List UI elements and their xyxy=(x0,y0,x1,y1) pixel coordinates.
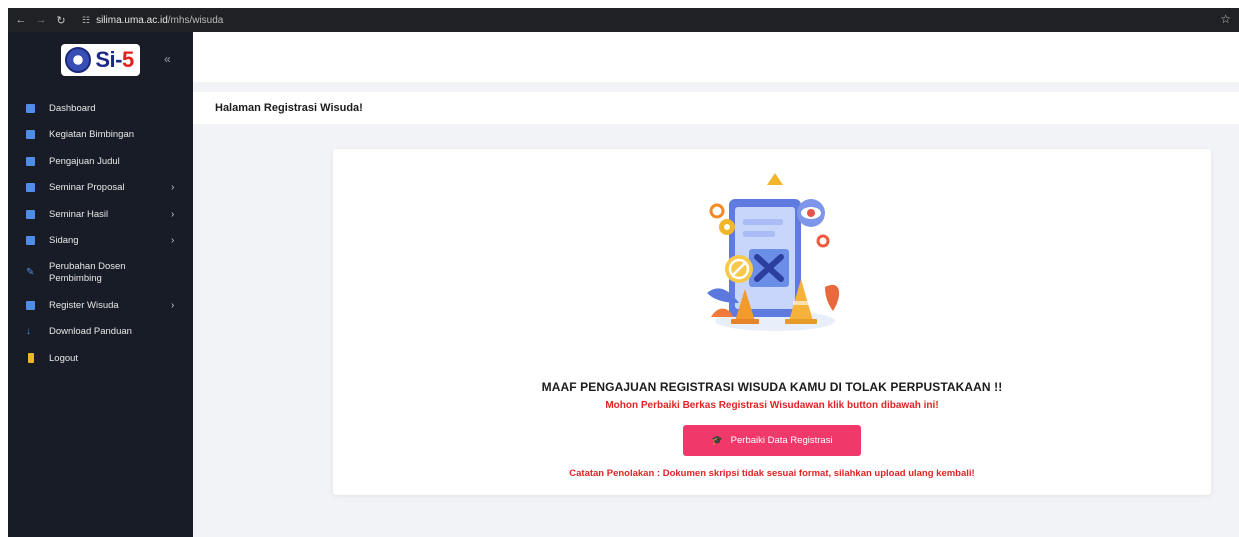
browser-toolbar: ← → ↻ ☷ silima.uma.ac.id/mhs/wisuda ☆ xyxy=(8,8,1239,32)
forward-arrow-icon[interactable]: → xyxy=(34,14,48,26)
document-icon xyxy=(26,209,35,219)
logo-text: Si-5 xyxy=(95,46,134,72)
chevron-right-icon: › xyxy=(171,208,175,220)
sidebar-item-label: Pengajuan Judul xyxy=(49,155,120,167)
document-icon xyxy=(26,130,35,140)
page: ← → ↻ ☷ silima.uma.ac.id/mhs/wisuda ☆ Si… xyxy=(8,8,1239,537)
registration-status-card: MAAF PENGAJUAN REGISTRASI WISUDA KAMU DI… xyxy=(333,149,1211,495)
sidebar-item-label: Seminar Proposal xyxy=(49,182,125,194)
rejection-note: Catatan Penolakan : Dokumen skripsi tida… xyxy=(569,468,975,479)
sidebar-item-label: Logout xyxy=(49,352,79,364)
sidebar-item-dashboard[interactable]: Dashboard xyxy=(8,95,193,122)
sidebar-item-kegiatan-bimbingan[interactable]: Kegiatan Bimbingan xyxy=(8,122,193,149)
sidebar-item-label: Register Wisuda xyxy=(49,299,119,311)
logout-icon xyxy=(28,353,34,364)
document-icon xyxy=(26,183,35,193)
app-logo[interactable]: Si-5 xyxy=(61,43,140,76)
sidebar-item-label: Kegiatan Bimbingan xyxy=(49,129,135,141)
graduation-cap-icon: 🎓 xyxy=(711,435,723,445)
collapse-sidebar-icon[interactable]: « xyxy=(164,52,171,66)
chevron-right-icon: › xyxy=(171,299,175,311)
rejected-document-illustration xyxy=(707,173,840,331)
dashboard-icon xyxy=(26,103,35,113)
sidebar-menu: Dashboard Kegiatan Bimbingan Pengajuan J… xyxy=(8,95,193,372)
document-icon xyxy=(26,300,35,310)
site-info-icon[interactable]: ☷ xyxy=(82,15,90,26)
star-icon[interactable]: ☆ xyxy=(1220,12,1231,26)
document-icon xyxy=(26,236,35,246)
address-bar[interactable]: ☷ silima.uma.ac.id/mhs/wisuda xyxy=(82,15,223,26)
pencil-icon: ✎ xyxy=(26,267,35,278)
url-host: silima.uma.ac.id xyxy=(96,14,168,26)
back-arrow-icon[interactable]: ← xyxy=(14,14,28,26)
rejection-headline: MAAF PENGAJUAN REGISTRASI WISUDA KAMU DI… xyxy=(541,380,1003,394)
chevron-right-icon: › xyxy=(171,235,175,247)
sidebar-item-seminar-hasil[interactable]: Seminar Hasil › xyxy=(8,201,193,228)
sidebar-item-label: Sidang xyxy=(49,235,79,247)
top-navbar xyxy=(193,32,1239,82)
sidebar-item-register-wisuda[interactable]: Register Wisuda › xyxy=(8,292,193,319)
url-path: /mhs/wisuda xyxy=(167,14,224,26)
sidebar: Si-5 « Dashboard Kegiatan Bimbingan Peng… xyxy=(8,32,193,537)
download-icon: ↓ xyxy=(26,326,31,338)
brand: Si-5 « xyxy=(8,32,193,87)
reload-icon[interactable]: ↻ xyxy=(54,14,68,27)
chevron-right-icon: › xyxy=(171,182,175,194)
sidebar-item-label: Seminar Hasil xyxy=(49,208,109,220)
university-seal-icon xyxy=(65,46,92,73)
document-icon xyxy=(26,156,35,166)
sidebar-item-logout[interactable]: Logout xyxy=(8,345,193,372)
sidebar-item-label: Download Panduan xyxy=(49,326,132,338)
sidebar-item-sidang[interactable]: Sidang › xyxy=(8,228,193,255)
sidebar-item-label: Perubahan Dosen Pembimbing xyxy=(49,261,126,284)
sidebar-item-perubahan-dosen-pembimbing[interactable]: ✎ Perubahan Dosen Pembimbing xyxy=(8,254,193,292)
sidebar-item-download-panduan[interactable]: ↓ Download Panduan xyxy=(8,319,193,346)
page-title: Halaman Registrasi Wisuda! xyxy=(193,92,1239,124)
button-label: Perbaiki Data Registrasi xyxy=(730,435,833,446)
fix-instruction-text: Mohon Perbaiki Berkas Registrasi Wisudaw… xyxy=(605,400,939,411)
sidebar-item-pengajuan-judul[interactable]: Pengajuan Judul xyxy=(8,148,193,175)
sidebar-item-label: Dashboard xyxy=(49,102,96,114)
sidebar-item-seminar-proposal[interactable]: Seminar Proposal › xyxy=(8,175,193,202)
fix-registration-data-button[interactable]: 🎓 Perbaiki Data Registrasi xyxy=(683,425,861,456)
